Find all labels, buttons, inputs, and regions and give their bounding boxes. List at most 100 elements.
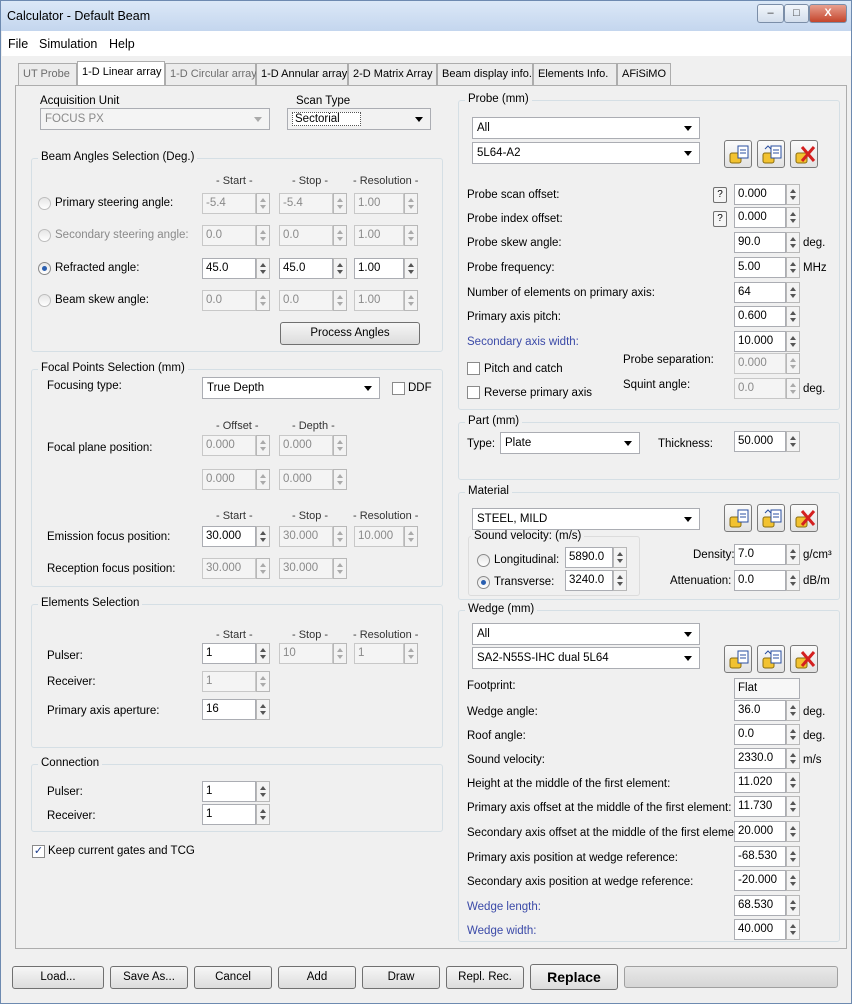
secondary-stop-field[interactable]: 0.0 [279, 225, 333, 246]
spin-arrows-icon[interactable] [333, 558, 347, 579]
repl-rec-button[interactable]: Repl. Rec. [446, 966, 524, 989]
part-type-select[interactable]: Plate [500, 432, 640, 454]
acquisition-select[interactable]: FOCUS PX [40, 108, 270, 130]
emission-stop-field[interactable]: 30.000 [279, 526, 333, 547]
spin-arrows-icon[interactable] [786, 700, 800, 721]
close-button[interactable]: X [809, 4, 847, 23]
material-select[interactable]: STEEL, MILD [472, 508, 700, 530]
tab-1d-annular-array[interactable]: 1-D Annular array [256, 63, 348, 85]
spin-arrows-icon[interactable] [256, 558, 270, 579]
squint-angle-field[interactable]: 0.0 [734, 378, 786, 399]
material-delete-button[interactable] [790, 504, 818, 532]
transverse-radio[interactable] [477, 576, 490, 589]
spin-arrows-icon[interactable] [786, 184, 800, 205]
longitudinal-radio[interactable] [477, 554, 490, 567]
thickness-field[interactable]: 50.000 [734, 431, 786, 452]
attenuation-field[interactable]: 0.0 [734, 570, 786, 591]
pulser-res-field[interactable]: 1 [354, 643, 404, 664]
wedge-delete-button[interactable] [790, 645, 818, 673]
ddf-checkbox[interactable] [392, 382, 405, 395]
menu-simulation[interactable]: Simulation [39, 37, 97, 51]
spin-arrows-icon[interactable] [786, 821, 800, 842]
density-field[interactable]: 7.0 [734, 544, 786, 565]
spin-arrows-icon[interactable] [613, 570, 627, 591]
spin-arrows-icon[interactable] [256, 225, 270, 246]
probe-model-select[interactable]: 5L64-A2 [472, 142, 700, 164]
spin-arrows-icon[interactable] [256, 526, 270, 547]
height-field[interactable]: 11.020 [734, 772, 786, 793]
spin-arrows-icon[interactable] [786, 772, 800, 793]
probe-skew-angle-field[interactable]: 90.0 [734, 232, 786, 253]
refracted-res-field[interactable]: 1.00 [354, 258, 404, 279]
secondary-start-field[interactable]: 0.0 [202, 225, 256, 246]
spin-arrows-icon[interactable] [256, 258, 270, 279]
wedge-velocity-field[interactable]: 2330.0 [734, 748, 786, 769]
aperture-field[interactable]: 16 [202, 699, 256, 720]
spin-arrows-icon[interactable] [786, 331, 800, 352]
secondary-res-field[interactable]: 1.00 [354, 225, 404, 246]
transverse-field[interactable]: 3240.0 [565, 570, 613, 591]
receiver-start-field[interactable]: 1 [202, 671, 256, 692]
spin-arrows-icon[interactable] [333, 290, 347, 311]
material-load-button[interactable] [724, 504, 752, 532]
menu-help[interactable]: Help [109, 37, 135, 51]
spin-arrows-icon[interactable] [256, 643, 270, 664]
spin-arrows-icon[interactable] [404, 643, 418, 664]
focusing-type-select[interactable]: True Depth [202, 377, 380, 399]
tab-1d-linear-array[interactable]: 1-D Linear array [77, 61, 165, 86]
probe-scan-offset-field[interactable]: 0.000 [734, 184, 786, 205]
longitudinal-field[interactable]: 5890.0 [565, 547, 613, 568]
wedge-model-select[interactable]: SA2-N55S-IHC dual 5L64 [472, 647, 700, 669]
minimize-button[interactable]: – [757, 4, 784, 23]
spin-arrows-icon[interactable] [786, 257, 800, 278]
reverse-primary-checkbox[interactable] [467, 386, 480, 399]
pitch-catch-checkbox[interactable] [467, 362, 480, 375]
skew-res-field[interactable]: 1.00 [354, 290, 404, 311]
primary-pitch-field[interactable]: 0.600 [734, 306, 786, 327]
emission-start-field[interactable]: 30.000 [202, 526, 256, 547]
probe-save-button[interactable] [757, 140, 785, 168]
refracted-stop-field[interactable]: 45.0 [279, 258, 333, 279]
probe-load-button[interactable] [724, 140, 752, 168]
refracted-angle-radio[interactable] [38, 262, 51, 275]
cancel-button[interactable]: Cancel [194, 966, 272, 989]
probe-filter-select[interactable]: All [472, 117, 700, 139]
spin-arrows-icon[interactable] [256, 804, 270, 825]
draw-button[interactable]: Draw [362, 966, 440, 989]
spin-arrows-icon[interactable] [333, 258, 347, 279]
spin-arrows-icon[interactable] [786, 232, 800, 253]
secondary-position-field[interactable]: -20.000 [734, 870, 786, 891]
reception-start-field[interactable]: 30.000 [202, 558, 256, 579]
probe-frequency-field[interactable]: 5.00 [734, 257, 786, 278]
spin-arrows-icon[interactable] [256, 193, 270, 214]
spin-arrows-icon[interactable] [613, 547, 627, 568]
wedge-load-button[interactable] [724, 645, 752, 673]
spin-arrows-icon[interactable] [256, 781, 270, 802]
spin-arrows-icon[interactable] [333, 643, 347, 664]
wedge-save-button[interactable] [757, 645, 785, 673]
spin-arrows-icon[interactable] [786, 207, 800, 228]
spin-arrows-icon[interactable] [404, 193, 418, 214]
tab-2d-matrix-array[interactable]: 2-D Matrix Array [348, 63, 437, 85]
wedge-filter-select[interactable]: All [472, 623, 700, 645]
spin-arrows-icon[interactable] [786, 570, 800, 591]
help-icon[interactable]: ? [713, 211, 727, 227]
tab-1d-circular-array[interactable]: 1-D Circular array [165, 63, 257, 85]
pulser-start-field[interactable]: 1 [202, 643, 256, 664]
primary-position-field[interactable]: -68.530 [734, 846, 786, 867]
spin-arrows-icon[interactable] [786, 282, 800, 303]
spin-arrows-icon[interactable] [786, 544, 800, 565]
wedge-angle-field[interactable]: 36.0 [734, 700, 786, 721]
spin-arrows-icon[interactable] [256, 469, 270, 490]
menu-file[interactable]: File [8, 37, 28, 51]
emission-res-field[interactable]: 10.000 [354, 526, 404, 547]
spin-arrows-icon[interactable] [786, 431, 800, 452]
probe-delete-button[interactable] [790, 140, 818, 168]
spin-arrows-icon[interactable] [786, 895, 800, 916]
material-save-button[interactable] [757, 504, 785, 532]
plane-offset-2-field[interactable]: 0.000 [202, 469, 256, 490]
plane-depth-1-field[interactable]: 0.000 [279, 435, 333, 456]
spin-arrows-icon[interactable] [333, 526, 347, 547]
save-as-button[interactable]: Save As... [110, 966, 188, 989]
spin-arrows-icon[interactable] [786, 353, 800, 374]
